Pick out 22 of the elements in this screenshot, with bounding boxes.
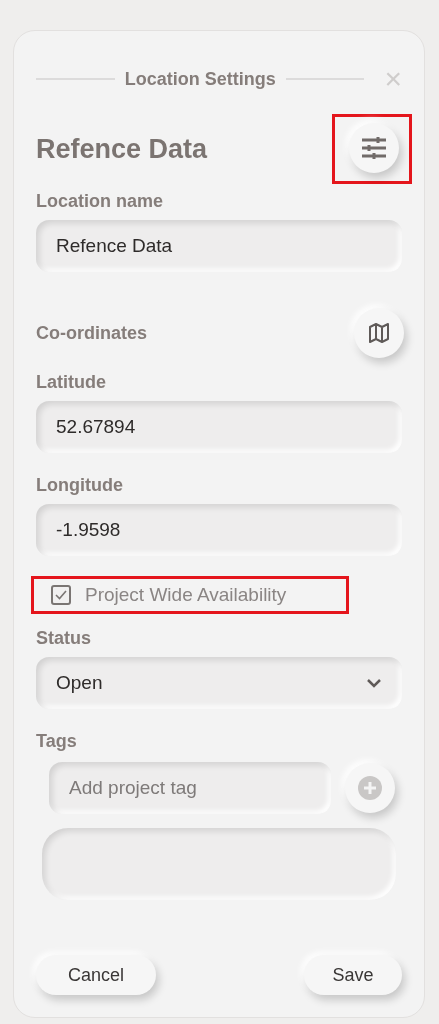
status-dropdown[interactable]: Open: [36, 657, 402, 709]
save-button[interactable]: Save: [304, 955, 402, 995]
field-label: Longitude: [36, 475, 124, 496]
input-field[interactable]: Refence Data: [36, 220, 402, 272]
map-icon: [368, 322, 390, 344]
input-field[interactable]: 52.67894: [36, 401, 402, 453]
checkmark-icon: [55, 590, 67, 600]
location-title: Refence Data: [36, 133, 208, 165]
cancel-button[interactable]: Cancel: [36, 955, 156, 995]
field-label: Latitude: [36, 372, 107, 393]
input-field[interactable]: -1.9598: [36, 504, 402, 556]
field-label: Location name: [36, 191, 165, 212]
section-label: Co-ordinates: [36, 322, 147, 344]
chevron-down-icon: [366, 678, 382, 688]
dialog-title: Location Settings: [124, 68, 276, 90]
sliders-icon: [361, 137, 387, 159]
field-label: Status: [36, 628, 92, 649]
field-label: Tags: [36, 731, 78, 752]
tag-input[interactable]: Add project tag: [49, 762, 331, 814]
checkbox[interactable]: [51, 585, 71, 605]
plus-icon: [358, 776, 382, 800]
checkbox-label: Project Wide Availability: [85, 584, 287, 606]
